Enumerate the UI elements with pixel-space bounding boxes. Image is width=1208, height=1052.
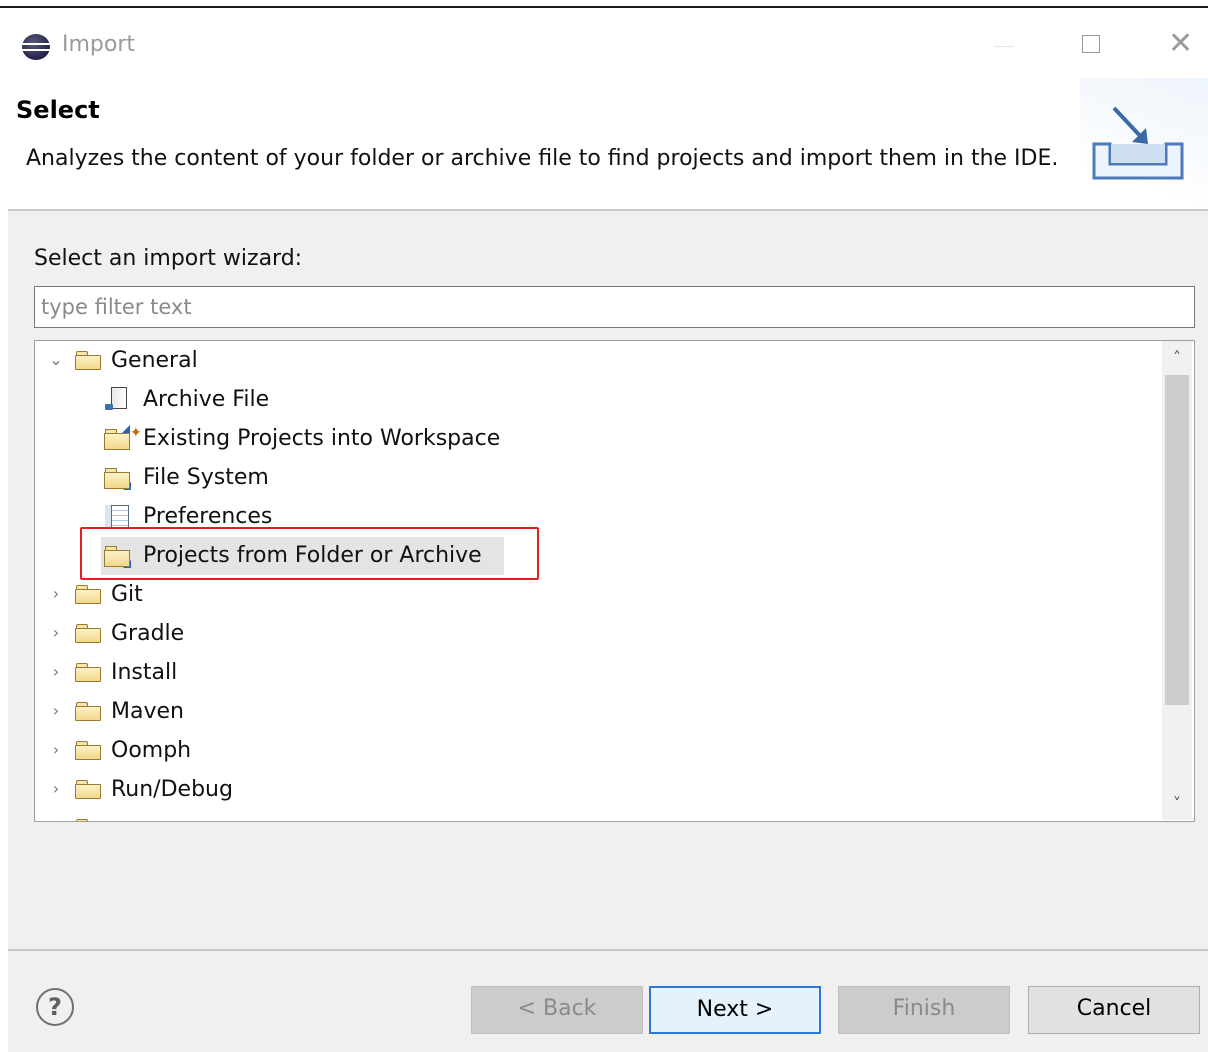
folder-icon [75,702,101,721]
chevron-right-icon[interactable]: › [49,660,63,684]
filter-input[interactable] [34,286,1195,328]
folder-icon [75,663,101,682]
finish-button[interactable]: Finish [838,986,1010,1034]
scroll-up-icon[interactable]: ˄ [1162,345,1192,371]
archive-icon [103,386,131,412]
folder-icon [75,741,101,760]
tree-item-label: Gradle [111,620,185,646]
existing-projects-icon: ✦ [103,425,142,451]
chevron-right-icon[interactable]: › [49,699,63,723]
eclipse-logo-icon [22,34,50,60]
preferences-icon [103,503,131,529]
chevron-down-icon[interactable]: ⌄ [49,348,63,372]
tree-item-run-debug[interactable]: Run/Debug [75,770,233,808]
minimize-icon[interactable] [994,46,1014,47]
tree-item-label: General [111,347,198,373]
chevron-right-icon[interactable]: › [49,621,63,645]
tree-item-file-system[interactable]: File System [103,458,269,496]
tree-item-general[interactable]: General [75,341,198,379]
tree-item-label: Git [111,581,143,607]
help-icon[interactable]: ? [36,988,74,1026]
tree-item-label: Existing Projects into Workspace [143,425,501,451]
tree-item-gradle[interactable]: Gradle [75,614,184,652]
close-icon[interactable]: ✕ [1168,29,1193,59]
title-bar[interactable] [0,8,1208,86]
page-title: Select [16,96,100,124]
maximize-icon[interactable] [1082,35,1100,53]
tree-item-maven[interactable]: Maven [75,692,184,730]
tree-item-install[interactable]: Install [75,653,177,691]
tree-item-git[interactable]: Git [75,575,143,613]
tree-item-label: Oomph [111,737,192,763]
tree-item-label: Run/Debug [111,776,233,802]
tree-scrollbar[interactable]: ˄ ˅ [1162,341,1192,820]
folder-icon [75,351,101,370]
wizard-tree[interactable]: ⌄ General Archive File ✦ Existing Projec… [34,340,1195,822]
folder-icon [75,624,101,643]
tree-item-label: File System [143,464,269,490]
scroll-down-icon[interactable]: ˅ [1162,791,1192,817]
chevron-right-icon[interactable]: › [49,777,63,801]
tree-item-label: Maven [111,698,184,724]
scroll-thumb[interactable] [1165,375,1189,705]
next-button[interactable]: Next > [649,986,821,1034]
chevron-right-icon[interactable]: › [49,582,63,606]
header-banner [1080,78,1208,208]
tree-item-partial[interactable] [75,809,111,821]
chevron-right-icon[interactable]: › [49,738,63,762]
back-button[interactable]: < Back [471,986,643,1034]
tree-item-label: Preferences [143,503,273,529]
folder-icon [75,819,101,821]
cancel-button[interactable]: Cancel [1028,986,1200,1034]
folder-icon [75,780,101,799]
folder-icon [75,585,101,604]
window-title: Import [62,32,136,57]
tree-item-existing-projects[interactable]: ✦ Existing Projects into Workspace [103,419,500,457]
import-wizard-icon [1092,106,1184,180]
tree-item-label: Archive File [143,386,270,412]
folder-icon [103,464,131,490]
wizard-label: Select an import wizard: [34,246,303,271]
page-description: Analyzes the content of your folder or a… [26,146,1059,171]
tree-item-archive-file[interactable]: Archive File [103,380,269,418]
tree-item-label: Install [111,659,178,685]
tree-item-oomph[interactable]: Oomph [75,731,191,769]
annotation-highlight-box [80,527,539,580]
